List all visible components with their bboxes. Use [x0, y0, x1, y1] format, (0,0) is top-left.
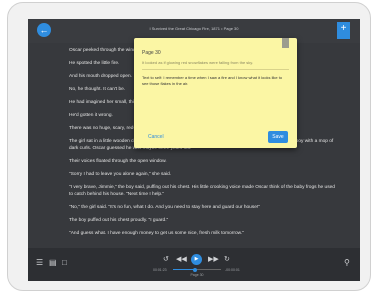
paragraph: "I very brave, Jimmie," the boy said, pu…	[69, 185, 335, 197]
paragraph: "And guess what. I have enough money to …	[69, 231, 244, 236]
paragraph: The boy puffed out his chest proudly. "I…	[69, 218, 169, 223]
fast-forward-icon[interactable]: ↻	[224, 255, 230, 263]
note-popup: Page 30 It looked as if glowing red snow…	[134, 38, 297, 148]
remaining-time: -00:00:01	[225, 268, 240, 272]
note-text-field[interactable]: Text to self: I remember a time when I s…	[142, 75, 289, 86]
elapsed-time: 00:01:23	[153, 268, 167, 272]
save-button[interactable]: Save	[268, 131, 288, 143]
paragraph: "Sorry I had to leave you alone again," …	[69, 172, 172, 177]
progress-knob[interactable]	[192, 267, 197, 272]
list-icon[interactable]: ☰	[36, 258, 43, 267]
book-title: I Survived the Great Chicago Fire, 1871 …	[149, 26, 239, 31]
note-page-label: Page 30	[142, 50, 161, 56]
player-page-label: Page 30	[190, 273, 204, 277]
note-bookmark-icon	[282, 38, 289, 48]
skip-forward-icon[interactable]: ▶▶	[208, 255, 219, 263]
search-icon[interactable]: ⚲	[344, 258, 350, 267]
document-icon[interactable]: ▤	[49, 258, 57, 267]
player-bar: ☰ ▤ □ ↺ ◀◀ ▶ ▶▶ ↻ 00:01:23 -00:00:01 Pag…	[28, 248, 360, 281]
rewind-icon[interactable]: ↺	[163, 255, 169, 263]
skip-back-icon[interactable]: ◀◀	[176, 255, 187, 263]
bookmark-icon[interactable]: □	[62, 258, 67, 267]
tablet-device: ← I Survived the Great Chicago Fire, 187…	[7, 2, 371, 291]
reader-screen: ← I Survived the Great Chicago Fire, 187…	[28, 19, 360, 281]
progress-slider[interactable]	[173, 267, 221, 272]
paragraph: Their voices floated through the open wi…	[69, 159, 167, 164]
paragraph: "No," the girl said. "It's no fun, what …	[69, 205, 260, 210]
progress-fill	[173, 269, 195, 270]
play-icon[interactable]: ▶	[191, 254, 202, 265]
bookmark-add-icon[interactable]: +	[337, 22, 350, 39]
cancel-button[interactable]: Cancel	[148, 134, 164, 140]
highlighted-quote: It looked as if glowing red snowflakes w…	[142, 60, 289, 70]
